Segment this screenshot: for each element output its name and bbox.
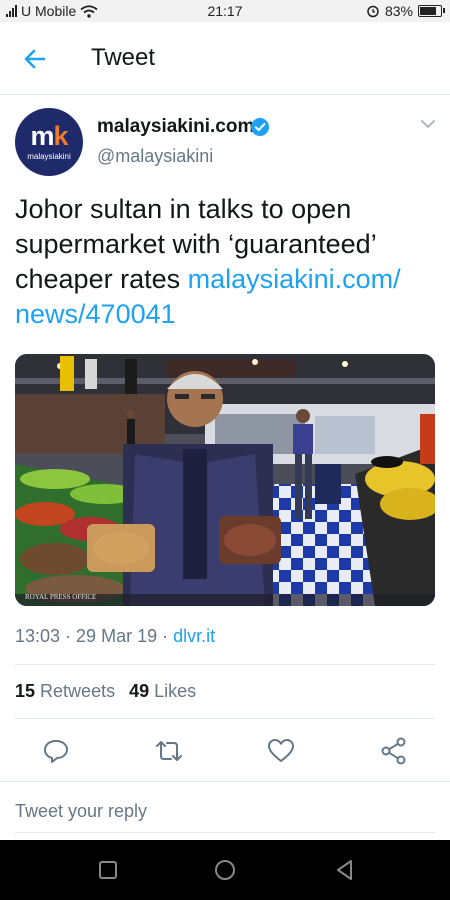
likes-label: Likes [154, 681, 197, 701]
battery-percent: 83% [384, 3, 413, 19]
like-heart-icon[interactable] [266, 736, 296, 766]
tweet-timestamp: 13:03 · 29 Mar 19 · dlvr.it [15, 626, 215, 647]
status-bar: U Mobile 21:17 83% [0, 0, 450, 22]
retweets-label: Retweets [40, 681, 116, 701]
home-icon[interactable] [213, 858, 237, 882]
alarm-icon [367, 5, 379, 18]
share-icon[interactable] [379, 736, 409, 766]
author-handle[interactable]: @malaysiakini [97, 146, 213, 167]
divider [15, 664, 435, 665]
reply-input[interactable]: Tweet your reply [15, 801, 147, 822]
retweets-count: 15 [15, 681, 36, 701]
retweets-stat[interactable]: 15 Retweets [15, 681, 115, 701]
recent-apps-icon[interactable] [96, 858, 120, 882]
system-nav-bar [0, 840, 450, 900]
logo: mk [30, 121, 68, 151]
likes-count: 49 [129, 681, 150, 701]
reply-icon[interactable] [41, 736, 71, 766]
tweet-date: 29 Mar 19 [76, 626, 158, 646]
tweet-time: 13:03 [15, 626, 61, 646]
avatar-label: malaysiakini [27, 152, 71, 161]
divider [15, 832, 435, 833]
retweet-icon[interactable] [154, 736, 184, 766]
engagement-stats: 15 Retweets 49 Likes [15, 681, 196, 702]
verified-badge-icon [251, 118, 269, 136]
page-title: Tweet [91, 44, 156, 71]
separator: · [157, 626, 174, 646]
divider [15, 718, 435, 719]
tweet-photo[interactable]: ROYAL PRESS OFFICE [15, 354, 435, 606]
divider [0, 781, 450, 782]
chevron-down-icon[interactable] [420, 118, 436, 130]
author-name[interactable]: malaysiakini.com [97, 116, 254, 138]
avatar[interactable]: mk malaysiakini [15, 108, 83, 176]
back-icon[interactable] [333, 858, 357, 882]
likes-stat[interactable]: 49 Likes [129, 681, 196, 701]
tweet-text: Johor sultan in talks to open supermarke… [15, 192, 440, 332]
separator: · [60, 626, 77, 646]
source-link[interactable]: dlvr.it [173, 626, 215, 646]
back-arrow-icon[interactable] [20, 44, 50, 74]
photo-watermark: ROYAL PRESS OFFICE [25, 593, 97, 601]
battery-icon [418, 5, 445, 17]
app-header: Tweet [0, 22, 450, 95]
